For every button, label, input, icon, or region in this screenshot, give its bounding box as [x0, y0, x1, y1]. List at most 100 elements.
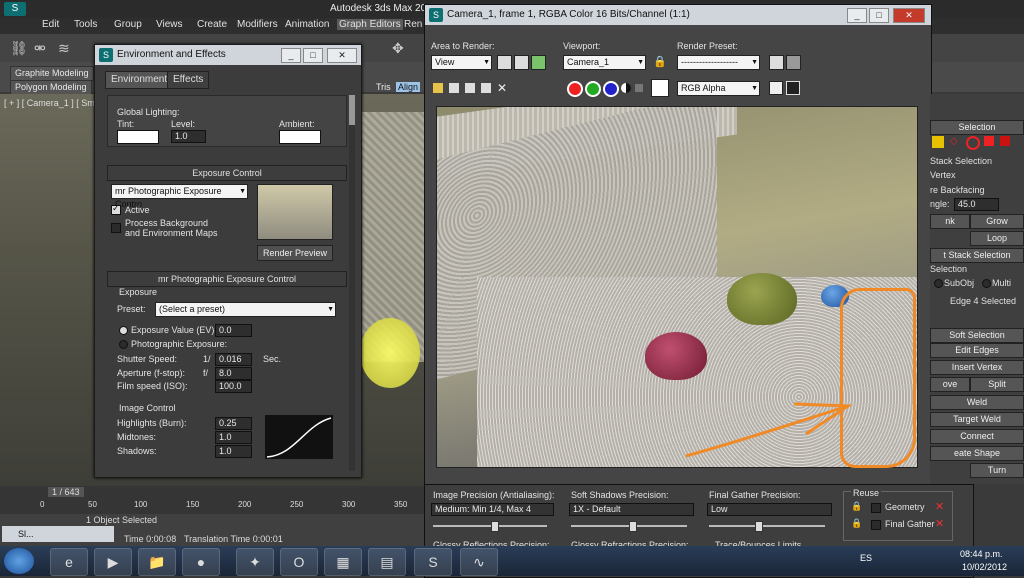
env-scrollbar[interactable]: [349, 95, 355, 471]
menu-modifiers[interactable]: Modifiers: [237, 19, 278, 30]
tab-environment[interactable]: Environment: [105, 71, 174, 89]
aperture-spinner[interactable]: 8.0: [215, 367, 252, 380]
3dsmax-taskbar-icon[interactable]: S: [414, 548, 452, 576]
menu-animation[interactable]: Animation: [285, 19, 329, 30]
chrome-icon[interactable]: ●: [182, 548, 220, 576]
monochrome-icon[interactable]: [635, 84, 643, 92]
final-gather-thumb[interactable]: [755, 521, 763, 532]
soft-shadows-thumb[interactable]: [629, 521, 637, 532]
edit-edges-rollout[interactable]: Edit Edges: [930, 343, 1024, 358]
midtones-spinner[interactable]: 1.0: [215, 431, 252, 444]
red-channel-icon[interactable]: [567, 81, 583, 97]
connect-button[interactable]: Connect: [930, 429, 1024, 444]
menu-graph-editors[interactable]: Graph Editors: [337, 19, 403, 30]
viewport-label[interactable]: [ + ] [ Camera_1 ] [ Smoo: [4, 98, 105, 108]
mr-exposure-rollout[interactable]: mr Photographic Exposure Control: [107, 271, 347, 287]
clear-geometry-icon[interactable]: ✕: [935, 500, 944, 513]
ev-radio[interactable]: [119, 326, 128, 335]
selection-rollout[interactable]: Selection: [930, 120, 1024, 135]
render-preview-button[interactable]: Render Preview: [257, 245, 333, 261]
final-gather-checkbox[interactable]: [871, 520, 881, 530]
shrink-button[interactable]: nk: [930, 214, 970, 229]
maximize-button[interactable]: □: [869, 8, 889, 23]
menu-views[interactable]: Views: [156, 19, 183, 30]
blue-channel-icon[interactable]: [603, 81, 619, 97]
clear-icon[interactable]: ✕: [497, 81, 507, 95]
ribbon-tab-polygon[interactable]: Polygon Modeling: [10, 80, 92, 95]
active-checkbox[interactable]: ✓: [111, 203, 121, 215]
vertex-subobject-icon[interactable]: [932, 136, 944, 148]
cam-title-bar[interactable]: S Camera_1, frame 1, RGBA Color 16 Bits/…: [425, 5, 931, 25]
toolbar-align[interactable]: Align: [396, 82, 421, 92]
opera-icon[interactable]: O: [280, 548, 318, 576]
green-channel-icon[interactable]: [585, 81, 601, 97]
multi-radio[interactable]: [982, 279, 991, 288]
get-stack-selection-button[interactable]: t Stack Selection: [930, 248, 1024, 263]
remove-button[interactable]: ove: [930, 377, 970, 392]
maximize-button[interactable]: □: [303, 48, 323, 63]
shadows-spinner[interactable]: 1.0: [215, 445, 252, 458]
render-tool-icon[interactable]: [497, 55, 512, 70]
menu-create[interactable]: Create: [197, 19, 227, 30]
minimize-button[interactable]: _: [281, 48, 301, 63]
grow-button[interactable]: Grow: [970, 214, 1024, 229]
exposure-type-dropdown[interactable]: mr Photographic Exposure Contro ▼: [111, 184, 248, 209]
color-swatch[interactable]: [651, 79, 669, 97]
menu-edit[interactable]: Edit: [42, 19, 59, 30]
time-slider-frame[interactable]: 1 / 643: [48, 487, 84, 497]
preset-dropdown[interactable]: (Select a preset) ▼: [155, 302, 336, 317]
geometry-checkbox[interactable]: [871, 503, 881, 513]
unlink-icon[interactable]: ⚮: [34, 40, 46, 57]
highlights-spinner[interactable]: 0.25: [215, 417, 252, 430]
app-logo-icon[interactable]: S: [4, 2, 26, 16]
timeline[interactable]: 1 / 643 0 50 100 150 200 250 300 350: [0, 486, 424, 514]
clear-final-gather-icon[interactable]: ✕: [935, 517, 944, 530]
level-spinner[interactable]: 1.0: [171, 130, 206, 143]
render-tool-icon-2[interactable]: [514, 55, 529, 70]
insert-vertex-button[interactable]: Insert Vertex: [930, 360, 1024, 375]
border-subobject-icon[interactable]: [966, 136, 980, 150]
file-icon[interactable]: ▤: [368, 548, 406, 576]
create-shape-button[interactable]: eate Shape: [930, 446, 1024, 461]
angle-spinner[interactable]: 45.0: [954, 198, 999, 211]
image-precision-value[interactable]: Medium: Min 1/4, Max 4: [431, 503, 554, 516]
environment-icon[interactable]: [786, 55, 801, 70]
split-button[interactable]: Split: [970, 377, 1024, 392]
photographic-radio[interactable]: [119, 340, 128, 349]
render-preset-dropdown[interactable]: ------------------- ▼: [677, 55, 760, 70]
shutter-spinner[interactable]: 0.016: [215, 353, 252, 366]
polygon-subobject-icon[interactable]: [984, 136, 994, 146]
app-icon[interactable]: ✦: [236, 548, 274, 576]
minimize-button[interactable]: _: [847, 8, 867, 23]
viewport-dropdown[interactable]: Camera_1 ▼: [563, 55, 646, 70]
close-button[interactable]: ✕: [327, 48, 357, 63]
media-player-icon[interactable]: ▶: [94, 548, 132, 576]
lock-icon[interactable]: 🔒: [851, 501, 862, 512]
element-subobject-icon[interactable]: [1000, 136, 1010, 146]
toggle-ui-icon-2[interactable]: [786, 81, 800, 95]
toolbar-tris[interactable]: Tris: [376, 82, 391, 92]
explorer-icon[interactable]: 📁: [138, 548, 176, 576]
soft-selection-rollout[interactable]: Soft Selection: [930, 328, 1024, 343]
start-button[interactable]: [4, 548, 34, 574]
lock-icon[interactable]: 🔒: [653, 55, 667, 68]
render-setup-icon[interactable]: [769, 55, 784, 70]
notes-icon[interactable]: ▦: [324, 548, 362, 576]
move-icon[interactable]: ✥: [392, 40, 404, 57]
copy-image-icon[interactable]: [449, 83, 459, 93]
alpha-channel-icon[interactable]: [621, 83, 631, 93]
final-gather-value[interactable]: Low: [707, 503, 832, 516]
link-icon[interactable]: ⛓: [10, 40, 28, 57]
clock-date[interactable]: 10/02/2012: [962, 562, 1007, 572]
loop-button[interactable]: Loop: [970, 231, 1024, 246]
close-button[interactable]: ✕: [893, 8, 925, 23]
process-bg-checkbox[interactable]: [111, 223, 121, 233]
menu-rendering[interactable]: Ren: [404, 19, 422, 30]
language-indicator[interactable]: ES: [860, 553, 872, 563]
ie-icon[interactable]: e: [50, 548, 88, 576]
bind-spacewarp-icon[interactable]: ≋: [58, 40, 70, 57]
image-precision-thumb[interactable]: [491, 521, 499, 532]
target-weld-button[interactable]: Target Weld: [930, 412, 1024, 427]
exposure-control-rollout[interactable]: Exposure Control: [107, 165, 347, 181]
print-icon[interactable]: [481, 83, 491, 93]
